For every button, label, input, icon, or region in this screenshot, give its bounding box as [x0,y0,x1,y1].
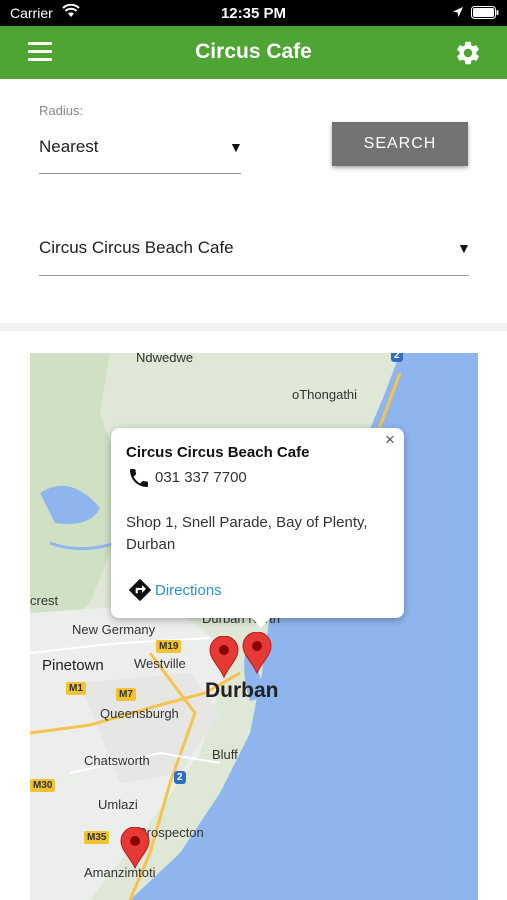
radius-label: Radius: [39,103,84,118]
dropdown-caret-icon: ▼ [229,139,243,155]
phone-icon [130,469,148,487]
dropdown-caret-icon: ▼ [457,240,471,256]
search-form: Radius: Nearest ▼ SEARCH Circus Circus B… [0,79,507,323]
road-shield: M35 [84,831,110,844]
map-label: Umlazi [98,797,138,812]
map-label: Westville [134,656,186,671]
map-label: Ndwedwe [136,353,194,365]
map-label: crest [30,593,59,608]
road-shield: M7 [116,688,136,701]
location-arrow-icon [453,7,463,17]
cafe-name: Circus Circus Beach Cafe [126,444,310,461]
page-title: Circus Cafe [195,40,312,63]
road-shield: M19 [156,640,182,653]
status-bar: Carrier 12:35 PM [0,0,507,26]
map-label: Durban [205,679,279,702]
directions-icon[interactable] [127,577,153,603]
road-shield: 2 [174,771,186,784]
app-header: Circus Cafe [0,26,507,79]
map-label: Pinetown [42,657,104,674]
cafe-value: Circus Circus Beach Cafe [39,238,234,257]
road-shield: 2 [391,353,403,362]
cafe-dropdown[interactable]: Circus Circus Beach Cafe ▼ [39,229,471,276]
close-icon[interactable]: × [385,430,395,450]
info-window: × Circus Circus Beach Cafe 031 337 7700 … [111,428,404,628]
radius-dropdown[interactable]: Nearest ▼ [39,131,243,174]
section-divider [0,323,507,331]
road-shield: M1 [66,682,86,695]
map-pin-icon[interactable] [209,636,239,678]
battery-icon [471,6,499,19]
directions-link[interactable]: Directions [155,582,222,599]
map-label: Bluff [212,747,238,762]
search-button[interactable]: SEARCH [332,122,468,166]
cafe-phone[interactable]: 031 337 7700 [155,469,247,486]
map-label: Queensburgh [100,706,179,721]
road-shield: M30 [30,779,56,792]
clock: 12:35 PM [220,5,287,22]
cafe-address: Shop 1, Snell Parade, Bay of Plenty, Dur… [126,514,368,553]
map-pin-icon[interactable] [120,827,150,869]
map-pin-icon[interactable] [242,632,272,674]
gear-icon[interactable] [454,39,482,67]
radius-value: Nearest [39,137,99,156]
map-label: Chatsworth [84,753,150,768]
map-label: oThongathi [292,387,358,402]
map-label: New Germany [72,622,156,637]
